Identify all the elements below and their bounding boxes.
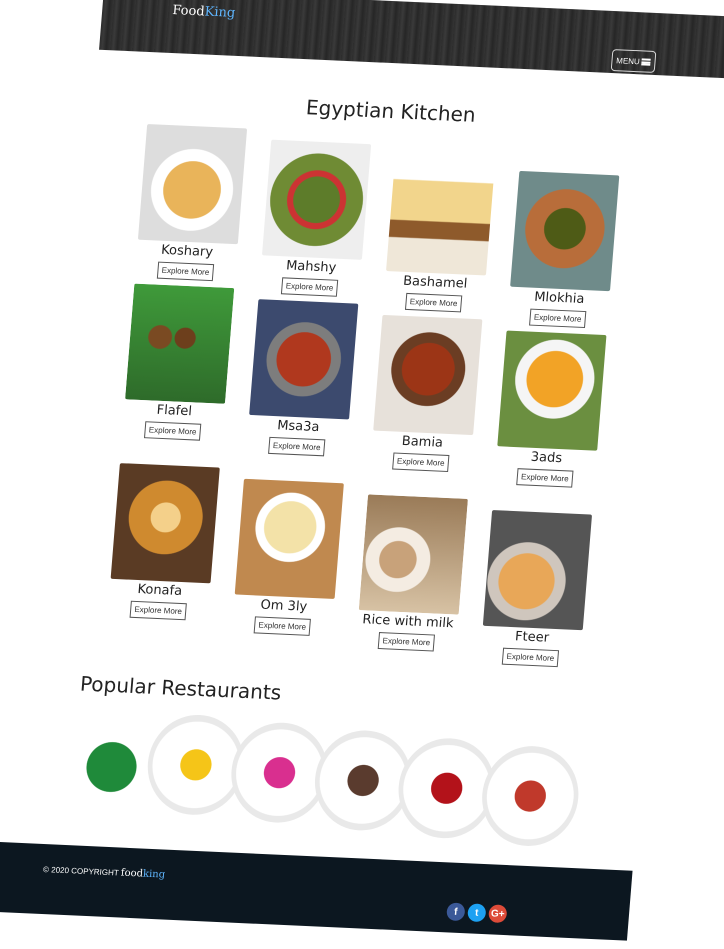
dish-card: Fteer Explore More [478,510,594,668]
dish-card: Mahshy Explore More [257,139,373,298]
footer: © 2020 COPYRIGHT foodking f t G+ [0,840,633,941]
navbar: FoodKing MENU [99,0,724,80]
dish-card: Rice with milk Explore More [354,494,470,652]
dish-name: Fteer [514,629,550,646]
dish-card: Koshary Explore More [133,123,249,282]
social-links: f t G+ [446,902,508,924]
explore-more-button[interactable]: Explore More [377,632,435,652]
dish-name: Flafel [156,402,193,420]
explore-more-button[interactable]: Explore More [281,277,338,297]
copyright-text: © 2020 COPYRIGHT [42,865,119,878]
dish-image[interactable] [373,314,483,436]
kitchen-title: Egyptian Kitchen [305,95,477,127]
logo-food: Food [171,3,206,20]
dish-image[interactable] [482,510,593,631]
explore-more-button[interactable]: Explore More [268,436,326,457]
dish-name: Konafa [136,582,183,600]
dish-image[interactable] [497,330,607,451]
dish-card: 3ads Explore More [492,330,608,488]
brand-logo[interactable]: FoodKing [172,3,236,21]
dish-image[interactable] [249,299,359,420]
explore-more-button[interactable]: Explore More [405,292,463,313]
copyright: © 2020 COPYRIGHT foodking [43,864,166,881]
logo-king: King [204,4,236,21]
footer-logo-king: king [142,868,166,881]
dish-card: Flafel Explore More [120,283,236,441]
dish-image[interactable] [110,463,220,584]
dish-image[interactable] [510,170,620,292]
explore-more-button[interactable]: Explore More [392,452,450,472]
dish-card: Bashamel Explore More [381,155,497,313]
twitter-icon[interactable]: t [467,903,487,923]
dish-name: Bashamel [402,273,468,292]
dish-image[interactable] [358,494,468,615]
popular-restaurants: Popular Restaurants [59,672,608,849]
hamburger-icon [641,57,652,66]
explore-more-button[interactable]: Explore More [144,421,202,441]
explore-more-button[interactable]: Explore More [529,308,587,329]
dish-name: Msa3a [276,418,320,436]
menu-button[interactable]: MENU [610,49,657,73]
dish-name: Rice with milk [361,612,455,632]
menu-label: MENU [615,55,641,66]
dish-name: Mlokhia [533,289,585,307]
dish-name: Bamia [401,433,444,451]
explore-more-button[interactable]: Explore More [157,261,214,282]
dish-card: Mlokhia Explore More [505,170,621,329]
dish-card: Om 3ly Explore More [230,478,346,637]
dish-image[interactable] [234,478,344,599]
dish-name: Koshary [160,242,214,261]
explore-more-button[interactable]: Explore More [516,468,574,488]
dish-name: 3ads [530,449,563,467]
dish-card: Bamia Explore More [368,314,484,473]
facebook-icon[interactable]: f [446,902,466,922]
dish-image[interactable] [137,123,248,245]
dish-name: Mahshy [285,258,337,276]
dish-image[interactable] [125,283,235,404]
dish-card: Konafa Explore More [106,463,222,621]
explore-more-button[interactable]: Explore More [501,647,559,668]
beit-elmashwiat-logo[interactable] [478,744,583,849]
dish-image[interactable] [386,155,496,276]
explore-more-button[interactable]: Explore More [253,616,311,636]
footer-logo-food: food [120,867,144,880]
google-plus-icon[interactable]: G+ [488,904,508,924]
dish-image[interactable] [261,139,372,260]
explore-more-button[interactable]: Explore More [129,600,187,621]
page: FoodKing MENU Egyptian Kitchen Koshary Ex… [0,0,724,949]
dish-name: Om 3ly [259,597,308,615]
restaurants-title: Popular Restaurants [79,671,283,705]
dish-card: Msa3a Explore More [244,299,360,457]
